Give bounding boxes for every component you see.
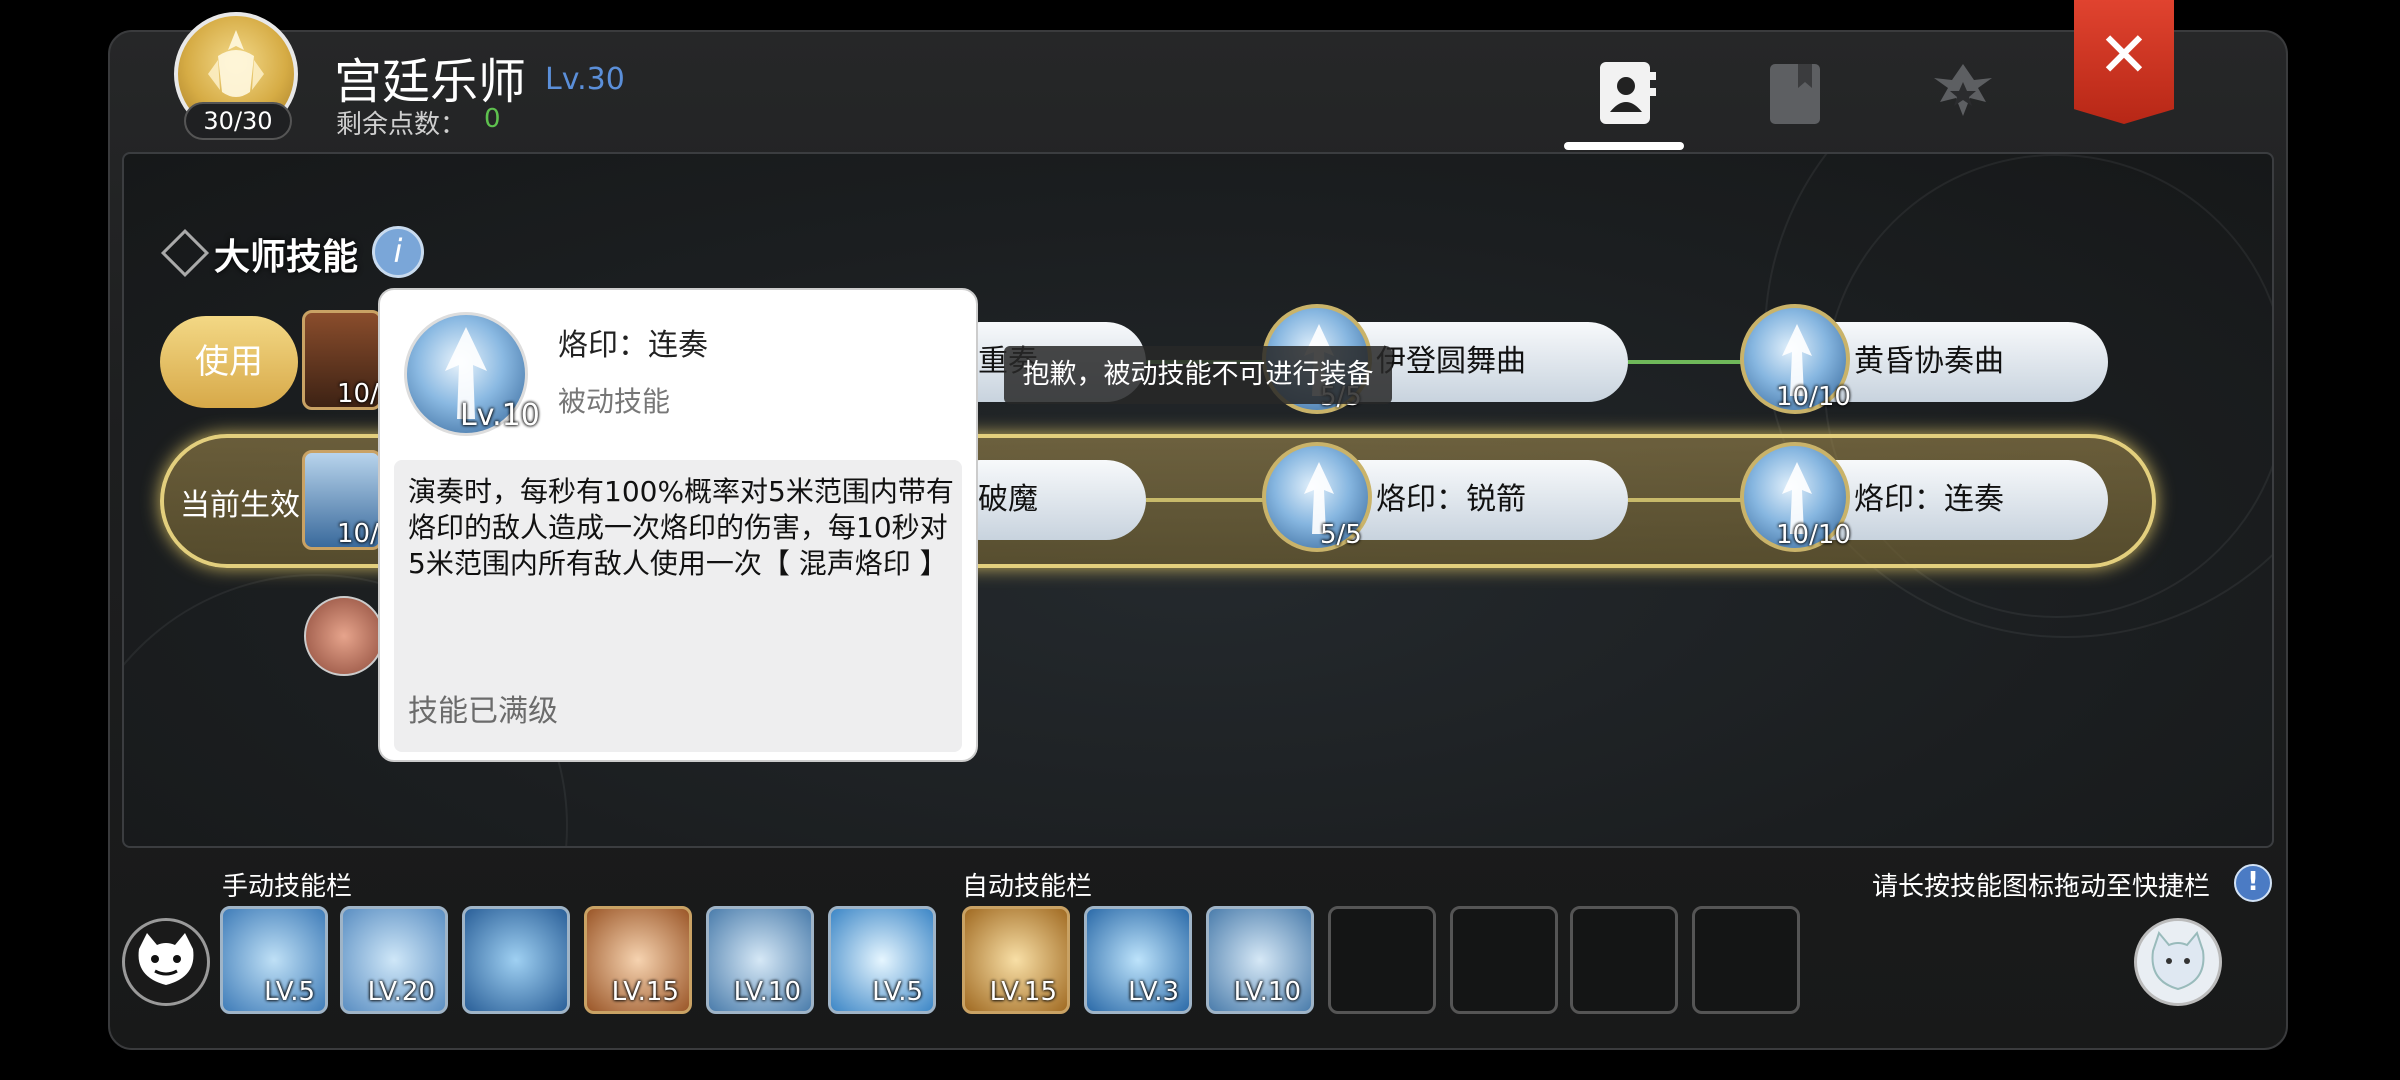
row1-skill-3-name: 黄昏协奏曲 [1854,344,2004,379]
row2-skill-2-level: 5/5 [1320,520,1362,550]
remaining-points-value: 0 [484,104,501,134]
close-icon: ✕ [2098,18,2150,91]
pet-avatar[interactable] [304,596,384,676]
manual-slot-4[interactable]: LV.15 [584,906,692,1014]
auto-slot-1[interactable]: LV.15 [962,906,1070,1014]
row2-skill-1-name: 破魔 [978,482,1038,517]
row2-skill-1-level: 10/ [337,519,379,549]
manual-slot-5-level: LV.10 [733,977,801,1007]
manual-slot-1-level: LV.5 [264,977,315,1007]
manual-slot-2[interactable]: LV.20 [340,906,448,1014]
use-button[interactable]: 使用 [160,316,298,408]
row2-connector-2 [1628,498,1748,502]
manual-slot-4-level: LV.15 [611,977,679,1007]
auto-slot-1-level: LV.15 [989,977,1057,1007]
cat-face-icon [138,933,194,985]
auto-slot-3[interactable]: LV.10 [1206,906,1314,1014]
auto-slot-2[interactable]: LV.3 [1084,906,1192,1014]
auto-slot-7[interactable] [1692,906,1800,1014]
drag-hint: 请长按技能图标拖动至快捷栏 [1872,872,2211,902]
cat-avatar-button[interactable] [122,918,210,1006]
tab-rank[interactable] [1926,58,1996,128]
profile-book-icon [1600,62,1656,124]
row2-skill-3-name: 烙印：连奏 [1854,482,2004,517]
row2-skill-2-name: 烙印：锐箭 [1376,482,1526,517]
star-emblem-icon [1934,64,1992,116]
manual-bar-label: 手动技能栏 [222,872,353,902]
auto-slot-6[interactable] [1570,906,1678,1014]
row1-skill-3-level: 10/10 [1776,382,1851,412]
info-icon: i [393,232,403,270]
auto-slot-2-level: LV.3 [1128,977,1179,1007]
manual-slot-3[interactable] [462,906,570,1014]
class-level: Lv.30 [545,62,625,97]
manual-slot-6[interactable]: LV.5 [828,906,936,1014]
tab-codex[interactable] [1760,58,1830,128]
row1-connector-2 [1628,360,1748,364]
hint-exclamation-icon[interactable]: ! [2234,864,2272,902]
current-effect-label: 当前生效 [180,488,300,523]
row2-skill-3-level: 10/10 [1776,520,1851,550]
auto-slot-4[interactable] [1328,906,1436,1014]
manual-slot-1[interactable]: LV.5 [220,906,328,1014]
avatar-level-count: 30/30 [184,102,292,140]
toast-message: 抱歉，被动技能不可进行装备 [1004,346,1392,404]
popup-skill-name: 烙印：连奏 [558,328,708,363]
row2-skill-1-icon[interactable]: 10/ [302,450,382,550]
bookmark-book-icon [1770,64,1820,124]
manual-slot-2-level: LV.20 [367,977,435,1007]
row1-skill-1-icon[interactable]: 10/ [302,310,382,410]
row1-skill-1-level: 10/ [337,379,379,409]
class-title: 宫廷乐师 [334,54,527,110]
row1-skill-2-name: 伊登圆舞曲 [1376,344,1526,379]
remaining-points-label: 剩余点数： [336,110,467,140]
cat-avatar-right[interactable] [2134,918,2222,1006]
popup-skill-type: 被动技能 [558,385,671,418]
tab-profile[interactable] [1590,58,1660,128]
master-skill-title: 大师技能 [214,237,359,278]
close-button[interactable]: ✕ [2074,0,2174,124]
popup-skill-level: Lv.10 [460,398,540,433]
manual-slot-6-level: LV.5 [872,977,923,1007]
auto-slot-5[interactable] [1450,906,1558,1014]
row2-connector-1 [1146,498,1276,502]
manual-slot-5[interactable]: LV.10 [706,906,814,1014]
active-tab-indicator [1564,142,1684,150]
info-button[interactable]: i [372,226,424,278]
popup-status: 技能已满级 [408,694,558,729]
white-cat-icon [2151,930,2205,991]
popup-description: 演奏时，每秒有100%概率对5米范围内带有烙印的敌人造成一次烙印的伤害，每10秒… [408,475,954,580]
auto-bar-label: 自动技能栏 [962,872,1093,902]
auto-slot-3-level: LV.10 [1233,977,1301,1007]
